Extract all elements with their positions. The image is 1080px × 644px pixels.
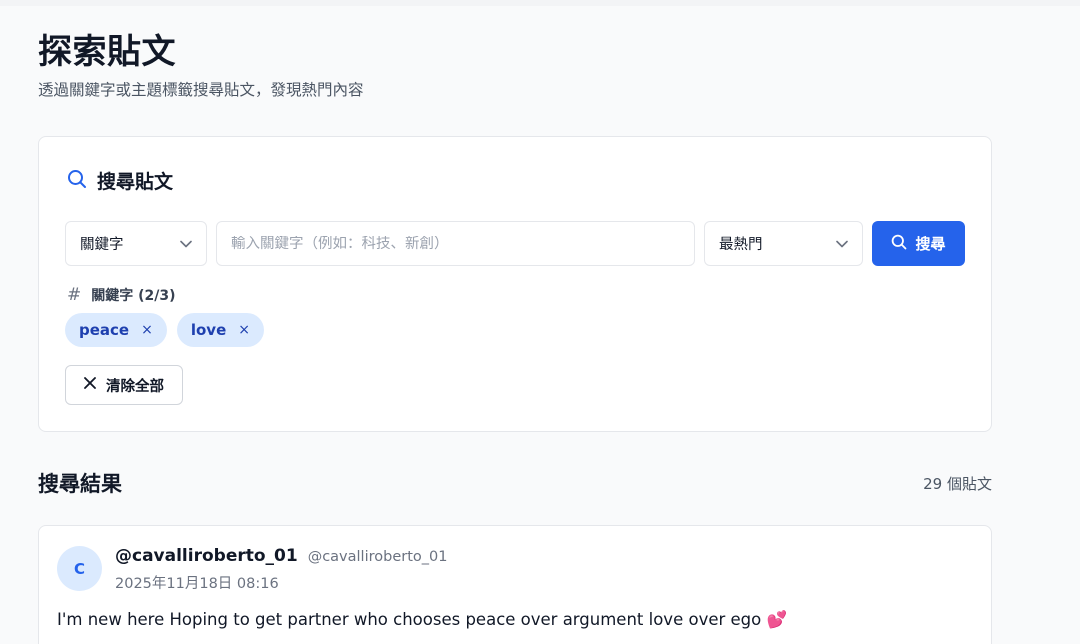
search-button-label: 搜尋	[915, 235, 946, 253]
remove-tag-icon[interactable]: ×	[238, 322, 250, 338]
keywords-label-text: 關鍵字 (2/3)	[91, 288, 176, 304]
search-icon	[67, 169, 87, 193]
post-card[interactable]: C @cavalliroberto_01 @cavalliroberto_01 …	[38, 525, 992, 644]
clear-all-button[interactable]: 清除全部	[65, 365, 183, 405]
sort-value: 最熱門	[719, 237, 763, 253]
search-icon	[891, 234, 907, 254]
page-title: 探索貼文	[38, 32, 176, 72]
search-card: 搜尋貼文 關鍵字 最熱門 搜尋 # 關	[38, 136, 992, 432]
post-body: I'm new here Hoping to get partner who c…	[57, 610, 762, 629]
post-timestamp: 2025年11月18日 08:16	[115, 576, 279, 592]
search-type-value: 關鍵字	[80, 237, 124, 253]
sort-select[interactable]: 最熱門	[704, 221, 863, 266]
keyword-input[interactable]	[231, 235, 680, 252]
results-count: 29 個貼文	[923, 475, 992, 493]
remove-tag-icon[interactable]: ×	[141, 322, 153, 338]
keyword-tag: peace ×	[65, 313, 167, 347]
close-icon	[84, 377, 96, 393]
search-type-select[interactable]: 關鍵字	[65, 221, 207, 266]
search-heading: 搜尋貼文	[67, 167, 173, 194]
top-bar	[0, 0, 1080, 6]
chevron-down-icon	[180, 236, 192, 252]
keyword-tag: love ×	[176, 313, 264, 347]
page-subtitle: 透過關鍵字或主題標籤搜尋貼文，發現熱門內容	[38, 81, 364, 99]
search-button[interactable]: 搜尋	[872, 221, 965, 266]
author-name[interactable]: @cavalliroberto_01	[115, 546, 298, 566]
results-title: 搜尋結果	[38, 472, 122, 496]
two-hearts-icon: 💕	[766, 610, 788, 629]
author-handle: @cavalliroberto_01	[307, 549, 448, 565]
keyword-field[interactable]	[216, 221, 695, 266]
chevron-down-icon	[836, 236, 848, 252]
post-text: I'm new here Hoping to get partner who c…	[57, 610, 787, 630]
keyword-tags: peace × love ×	[65, 313, 264, 347]
keywords-label: # 關鍵字 (2/3)	[67, 285, 176, 305]
hash-icon: #	[67, 285, 82, 305]
explore-posts-page: 探索貼文 透過關鍵字或主題標籤搜尋貼文，發現熱門內容 搜尋貼文 關鍵字 最熱門	[0, 0, 1080, 644]
clear-all-label: 清除全部	[106, 378, 164, 395]
keyword-tag-label: peace	[79, 321, 130, 339]
search-heading-label: 搜尋貼文	[97, 171, 174, 193]
keyword-tag-label: love	[190, 321, 227, 339]
author-line: @cavalliroberto_01 @cavalliroberto_01	[115, 546, 447, 566]
avatar[interactable]: C	[57, 546, 102, 591]
